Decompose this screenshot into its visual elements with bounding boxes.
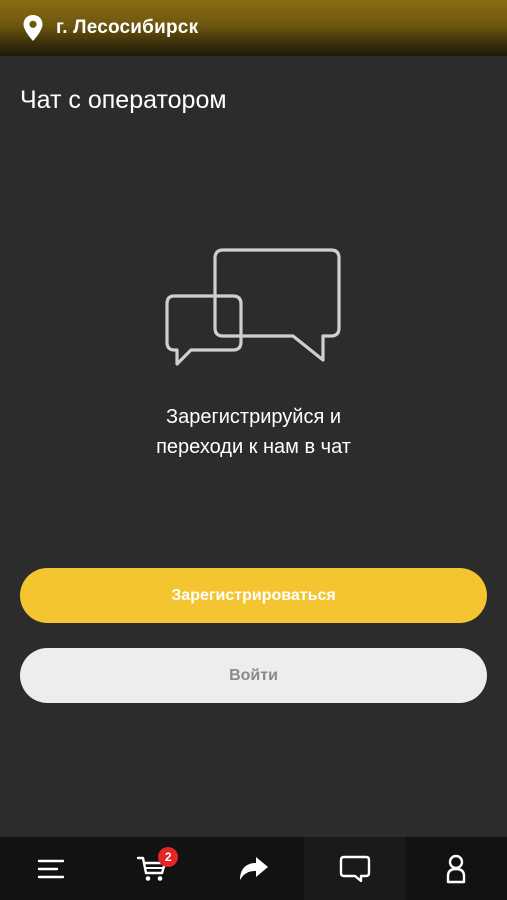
register-prompt: Зарегистрируйся и переходи к нам в чат: [0, 402, 507, 462]
nav-share[interactable]: [203, 837, 304, 900]
bottom-navigation: 2: [0, 837, 507, 900]
share-arrow-icon: [239, 856, 268, 880]
chat-icon: [339, 855, 371, 882]
register-prompt-line-1: Зарегистрируйся и: [166, 406, 341, 428]
profile-icon: [447, 854, 466, 883]
nav-menu[interactable]: [0, 837, 101, 900]
login-button[interactable]: Войти: [20, 648, 487, 703]
page-title: Чат с оператором: [20, 86, 227, 114]
nav-profile[interactable]: [406, 837, 507, 900]
map-pin-icon: [22, 14, 44, 42]
menu-icon: [37, 859, 64, 878]
location-bar[interactable]: г. Лесосибирск: [0, 0, 507, 56]
city-name[interactable]: г. Лесосибирск: [56, 17, 198, 39]
nav-cart[interactable]: 2: [101, 837, 202, 900]
cart-count-badge: 2: [158, 847, 179, 867]
register-prompt-line-2: переходи к нам в чат: [156, 436, 351, 458]
nav-chat[interactable]: [304, 837, 406, 900]
register-button[interactable]: Зарегистрироваться: [20, 568, 487, 623]
chat-bubbles-icon: [165, 246, 345, 371]
chat-screen: г. Лесосибирск Чат с оператором Зарегист…: [0, 0, 507, 900]
